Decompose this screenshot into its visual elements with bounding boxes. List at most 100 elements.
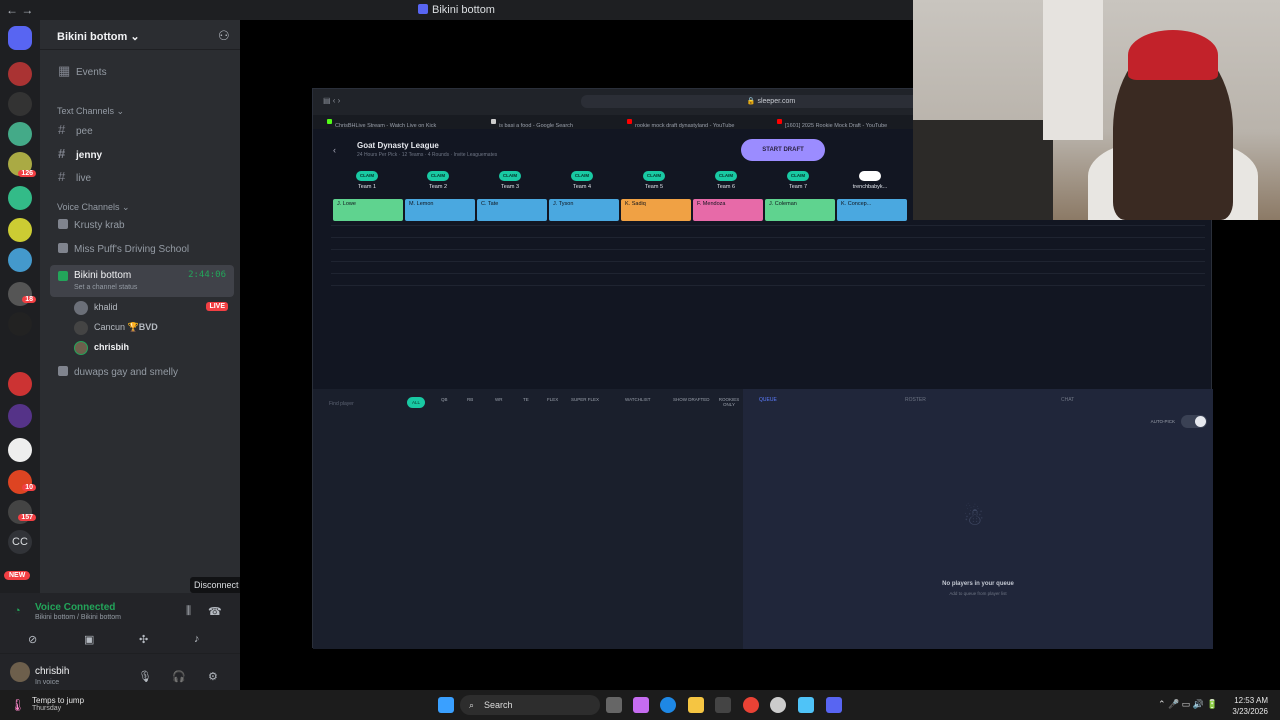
voice-channels-header[interactable]: Voice Channels ⌄	[57, 202, 130, 213]
address-bar[interactable]: 🔒 sleeper.com	[581, 95, 961, 108]
voice-channel-miss-puffs[interactable]: Miss Puff's Driving School	[48, 239, 232, 261]
voice-channel-krusty-krab[interactable]: Krusty krab	[48, 215, 232, 237]
claim-button[interactable]: CLAIM	[356, 171, 378, 181]
draft-pick-cell[interactable]: K. Sadiq	[621, 199, 691, 221]
tab-queue[interactable]: QUEUE	[759, 397, 777, 403]
server-icon[interactable]	[8, 372, 32, 396]
microphone-icon[interactable]: 🎙	[138, 670, 152, 683]
server-icon[interactable]	[8, 122, 32, 146]
filter-qb[interactable]: QB	[441, 397, 448, 402]
voice-member-cancun[interactable]: Cancun 🏆BVD	[74, 318, 158, 336]
server-header[interactable]: Bikini bottom ⌄ ⚇	[40, 20, 240, 50]
taskbar-search[interactable]: ⌕ Search	[460, 695, 600, 715]
events-item[interactable]: ▦ Events	[48, 60, 232, 82]
soundboard-icon[interactable]: ♪	[194, 633, 200, 645]
draft-pick-cell[interactable]: M. Lemon	[405, 199, 475, 221]
claim-button[interactable]: CLAIM	[787, 171, 809, 181]
team-column[interactable]: CLAIM Team 1	[335, 171, 399, 190]
auto-pick-toggle[interactable]	[1181, 415, 1207, 428]
team-column[interactable]: trenchbabyk...	[838, 171, 902, 190]
server-icon[interactable]	[8, 312, 32, 336]
signal-icon[interactable]: ◔	[14, 605, 21, 617]
filter-flex[interactable]: FLEX	[547, 397, 558, 402]
sidebar-icon[interactable]: ▤ ‹ ›	[323, 96, 340, 105]
team-column[interactable]: CLAIM Team 6	[694, 171, 758, 190]
server-icon[interactable]	[8, 92, 32, 116]
system-tray-icons[interactable]: ⌃ 🎤 ▭ 🔊 🔋	[1158, 699, 1218, 710]
disconnect-icon[interactable]: ☎	[208, 605, 222, 618]
gear-icon[interactable]: ⚙	[208, 670, 218, 683]
draft-pick-cell[interactable]: J. Lowe	[333, 199, 403, 221]
claim-button[interactable]: CLAIM	[643, 171, 665, 181]
store-icon[interactable]	[715, 697, 731, 713]
tab-item[interactable]: [1601] 2025 Rookie Mock Draft - YouTube	[777, 119, 887, 129]
start-draft-button[interactable]: START DRAFT	[741, 139, 825, 161]
weather-icon[interactable]: 🌡	[10, 698, 25, 712]
filter-wr[interactable]: WR	[495, 397, 503, 402]
screen-share-icon[interactable]: ▣	[84, 633, 94, 646]
channel-live[interactable]: # live	[48, 166, 232, 188]
voice-channel-duwaps[interactable]: duwaps gay and smelly	[48, 362, 232, 384]
invite-people-icon[interactable]: ⚇	[218, 28, 232, 43]
draft-pick-cell[interactable]: J. Coleman	[765, 199, 835, 221]
tab-item[interactable]: rookie mock draft dynastyland - YouTube	[627, 119, 734, 129]
tab-item[interactable]: ChrisBHLive Stream - Watch Live on Kick	[327, 119, 436, 129]
user-name[interactable]: chrisbih	[35, 666, 69, 677]
noise-suppression-icon[interactable]: ⫼	[186, 605, 191, 618]
edge-icon[interactable]	[660, 697, 676, 713]
text-channels-header[interactable]: Text Channels ⌄	[57, 106, 124, 117]
draft-pick-cell[interactable]: F. Mendoza	[693, 199, 763, 221]
task-view-icon[interactable]	[606, 697, 622, 713]
server-icon[interactable]	[8, 404, 32, 428]
filter-all[interactable]: ALL	[407, 397, 426, 408]
server-icon[interactable]	[8, 186, 32, 210]
voice-member-khalid[interactable]: khalid	[74, 298, 118, 316]
server-icon[interactable]	[8, 438, 32, 462]
server-icon[interactable]	[8, 218, 32, 242]
channel-jenny[interactable]: # jenny	[48, 143, 232, 165]
filter-super-flex[interactable]: SUPER FLEX	[571, 397, 599, 402]
server-icon[interactable]	[8, 248, 32, 272]
server-cc[interactable]: CC	[8, 530, 32, 554]
draft-pick-cell[interactable]: C. Tate	[477, 199, 547, 221]
copilot-icon[interactable]	[633, 697, 649, 713]
filter-rb[interactable]: RB	[467, 397, 473, 402]
tab-chat[interactable]: CHAT	[1061, 397, 1074, 403]
voice-connected-title[interactable]: Voice Connected	[35, 602, 115, 613]
team-column[interactable]: CLAIM Team 3	[478, 171, 542, 190]
file-explorer-icon[interactable]	[688, 697, 704, 713]
server-icon[interactable]	[8, 62, 32, 86]
windows-start-icon[interactable]	[438, 697, 454, 713]
camera-off-icon[interactable]: ⊘	[28, 633, 37, 646]
rookies-only-toggle[interactable]: ROOKIES ONLY	[715, 397, 743, 407]
watchlist-toggle[interactable]: WATCHLIST	[625, 397, 651, 402]
chrome-icon[interactable]	[743, 697, 759, 713]
team-column[interactable]: CLAIM Team 7	[766, 171, 830, 190]
tab-item[interactable]: is basi a food - Google Search	[491, 119, 573, 129]
find-player-input[interactable]: Find player	[329, 401, 354, 407]
claim-button[interactable]: CLAIM	[499, 171, 521, 181]
draft-pick-cell[interactable]: K. Concep...	[837, 199, 907, 221]
team-column[interactable]: CLAIM Team 5	[622, 171, 686, 190]
claim-button[interactable]: CLAIM	[427, 171, 449, 181]
discord-home-icon[interactable]	[8, 26, 32, 50]
filter-te[interactable]: TE	[523, 397, 529, 402]
back-icon[interactable]: ‹	[333, 145, 336, 155]
discord-icon[interactable]	[826, 697, 842, 713]
activities-icon[interactable]: ✣	[139, 633, 148, 646]
channel-status[interactable]: Set a channel status	[74, 284, 137, 291]
voice-member-chrisbih[interactable]: chrisbih	[74, 338, 129, 356]
show-drafted-toggle[interactable]: SHOW DRAFTED	[673, 397, 710, 402]
team-column[interactable]: CLAIM Team 4	[550, 171, 614, 190]
user-avatar[interactable]	[10, 662, 30, 682]
draft-pick-cell[interactable]: J. Tyson	[549, 199, 619, 221]
weather-widget[interactable]: Temps to jump Thursday	[32, 696, 84, 712]
voice-channel-bikini-bottom[interactable]: Bikini bottom 2:44:06 Set a channel stat…	[50, 265, 234, 297]
claim-button[interactable]: CLAIM	[715, 171, 737, 181]
notepad-icon[interactable]	[798, 697, 814, 713]
claim-button[interactable]: CLAIM	[571, 171, 593, 181]
channel-pee[interactable]: # pee	[48, 119, 232, 141]
clock[interactable]: 12:53 AM 3/23/2026	[1232, 695, 1268, 717]
tab-roster[interactable]: ROSTER	[905, 397, 926, 403]
app-icon[interactable]	[770, 697, 786, 713]
